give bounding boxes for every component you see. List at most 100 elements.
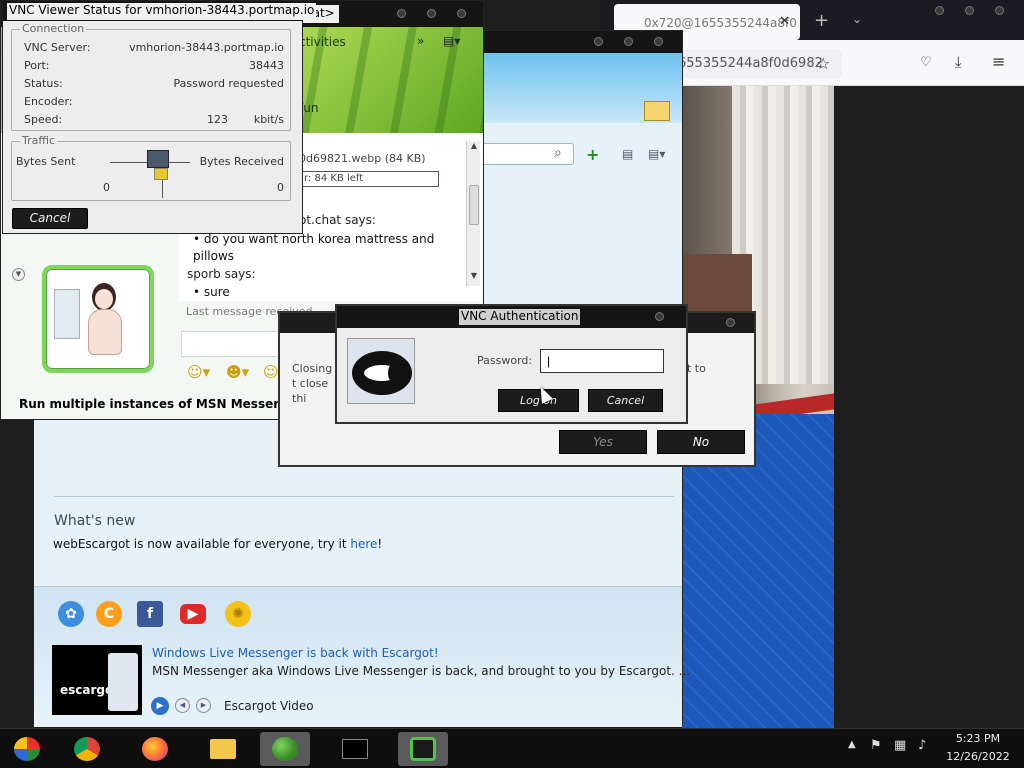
close-icon[interactable] (995, 6, 1004, 15)
dialog-title: VNC Authentication (459, 309, 581, 325)
collapse-icon[interactable]: ▼ (12, 268, 25, 281)
close-icon[interactable] (457, 9, 466, 18)
activities-menu[interactable]: ctivities (299, 35, 346, 49)
whats-new-punct: ! (377, 537, 383, 551)
eye-icon (352, 351, 412, 395)
taskbar-chrome-button[interactable] (62, 732, 112, 766)
chat-scrollbar[interactable]: ▲ ▼ (466, 141, 480, 286)
facebook-icon[interactable]: f (137, 601, 163, 627)
minimize-icon[interactable] (935, 6, 944, 15)
sun-icon[interactable]: ✺ (225, 601, 251, 627)
row-label: VNC Server: (24, 41, 91, 54)
chat-message-text: sure (203, 285, 230, 299)
tabs-menu-icon[interactable]: ⌄ (852, 12, 862, 26)
minimize-icon[interactable] (397, 9, 406, 18)
connection-group: Connection VNC Server: vmhorion-38443.po… (11, 22, 291, 131)
next-icon[interactable]: ▶ (196, 698, 211, 713)
add-contact-icon[interactable]: + (586, 145, 599, 164)
taskbar-start-button[interactable] (2, 732, 52, 766)
vnc-eye-icon (410, 737, 436, 761)
desktop-area (834, 86, 1024, 728)
traffic-line (110, 162, 150, 163)
wink-icon[interactable]: ☻▾ (226, 363, 249, 381)
emoticon-icon[interactable]: ☺▾ (187, 363, 210, 381)
previous-icon[interactable]: ◀ (175, 698, 190, 713)
new-tab-icon[interactable]: + (814, 10, 829, 31)
volume-icon[interactable]: ♪ (918, 738, 926, 753)
folder-icon (210, 739, 236, 759)
password-label: Password: (477, 354, 533, 367)
sender-line: sporb says: (187, 267, 256, 281)
minimize-icon[interactable] (594, 37, 603, 46)
tab-close-icon[interactable]: ✕ (779, 14, 790, 29)
lock-icon (154, 168, 168, 180)
messenger-buddies-icon (272, 737, 298, 761)
scroll-thumb[interactable] (469, 185, 479, 225)
window-title: VNC Viewer Status for vmhorion-38443.por… (7, 3, 317, 20)
avatar[interactable] (42, 265, 154, 373)
browser-tab-title: 0x720@1655355244a8f0 (644, 16, 797, 30)
action-center-flag-icon[interactable]: ⚑ (870, 738, 882, 753)
search-icon[interactable]: ⌕ (554, 145, 562, 161)
nudge-icon[interactable]: ☺ (263, 363, 279, 381)
scroll-up-icon[interactable]: ▲ (467, 141, 481, 150)
pocket-icon[interactable]: ♡ (920, 55, 932, 70)
taskbar-cmd-button[interactable] (330, 732, 380, 766)
speed-value: 123 (207, 113, 228, 126)
options-menu-icon[interactable]: ▤▾ (443, 34, 460, 48)
close-icon[interactable] (655, 312, 664, 321)
news-title-link[interactable]: Windows Live Messenger is back with Esca… (152, 646, 439, 660)
sender-line: ot.chat says: (299, 213, 376, 227)
chat-footer-promo: Run multiple instances of MSN Messenger … (19, 397, 289, 411)
taskbar-vnc-button[interactable] (398, 732, 448, 766)
mail-envelope-icon[interactable] (644, 101, 670, 121)
taskbar-messenger-button[interactable] (260, 732, 310, 766)
expand-icon[interactable]: » (417, 34, 424, 48)
divider (54, 496, 674, 497)
avatar-face (95, 289, 113, 309)
close-icon[interactable] (726, 318, 735, 327)
whats-new-body: webEscargot is now available for everyon… (53, 537, 351, 551)
no-button[interactable]: No (657, 430, 745, 454)
view-options-icon[interactable]: ▤ (622, 147, 633, 161)
taskbar-explorer-button[interactable] (198, 732, 248, 766)
cancel-button[interactable]: Cancel (12, 208, 88, 229)
close-icon[interactable] (654, 37, 663, 46)
clock-date[interactable]: 12/26/2022 (940, 750, 1016, 763)
escargot-icon[interactable]: C (96, 601, 122, 627)
windows-live-butterfly-icon[interactable]: ✿ (58, 601, 84, 627)
video-thumbnail[interactable]: escargot (52, 645, 142, 715)
thumbnail-phone (108, 653, 138, 711)
youtube-icon[interactable]: ▶ (180, 604, 206, 624)
network-icon[interactable]: ▦ (894, 738, 906, 753)
clock-time[interactable]: 5:23 PM (940, 732, 1016, 745)
maximize-icon[interactable] (427, 9, 436, 18)
tray-expand-icon[interactable]: ▲ (848, 739, 856, 750)
eye-white (364, 363, 400, 383)
scroll-down-icon[interactable]: ▼ (467, 271, 481, 280)
firefox-icon (142, 737, 168, 761)
status-value: Password requested (173, 77, 284, 90)
bytes-sent-value: 0 (103, 181, 110, 194)
yes-button[interactable]: Yes (559, 430, 647, 454)
bookmark-star-icon[interactable]: ☆ (816, 54, 830, 73)
play-icon[interactable]: ▶ (151, 697, 169, 715)
maximize-icon[interactable] (624, 37, 633, 46)
group-title: Connection (20, 22, 87, 35)
download-icon[interactable]: ⤓ (955, 53, 962, 71)
server-value: vmhorion-38443.portmap.io (129, 41, 284, 54)
hamburger-menu-icon[interactable]: ≡ (992, 52, 1005, 71)
cancel-button[interactable]: Cancel (588, 389, 663, 412)
avatar-figure (88, 309, 122, 355)
whats-new-link[interactable]: here (350, 537, 377, 551)
maximize-icon[interactable] (965, 6, 974, 15)
options-menu-icon[interactable]: ▤▾ (648, 147, 665, 161)
password-field[interactable] (540, 349, 664, 373)
file-transfer-name: 0d69821.webp (84 KB) (299, 152, 426, 165)
chat-message: • sure (193, 285, 230, 299)
chat-message-text: do you want north korea mattress and pil… (193, 232, 435, 263)
chat-message: • do you want north korea mattress and p… (193, 232, 435, 263)
chrome-icon (74, 737, 100, 761)
taskbar-firefox-button[interactable] (130, 732, 180, 766)
vnc-auth-dialog: VNC Authentication Password: Log on Canc… (335, 304, 688, 424)
